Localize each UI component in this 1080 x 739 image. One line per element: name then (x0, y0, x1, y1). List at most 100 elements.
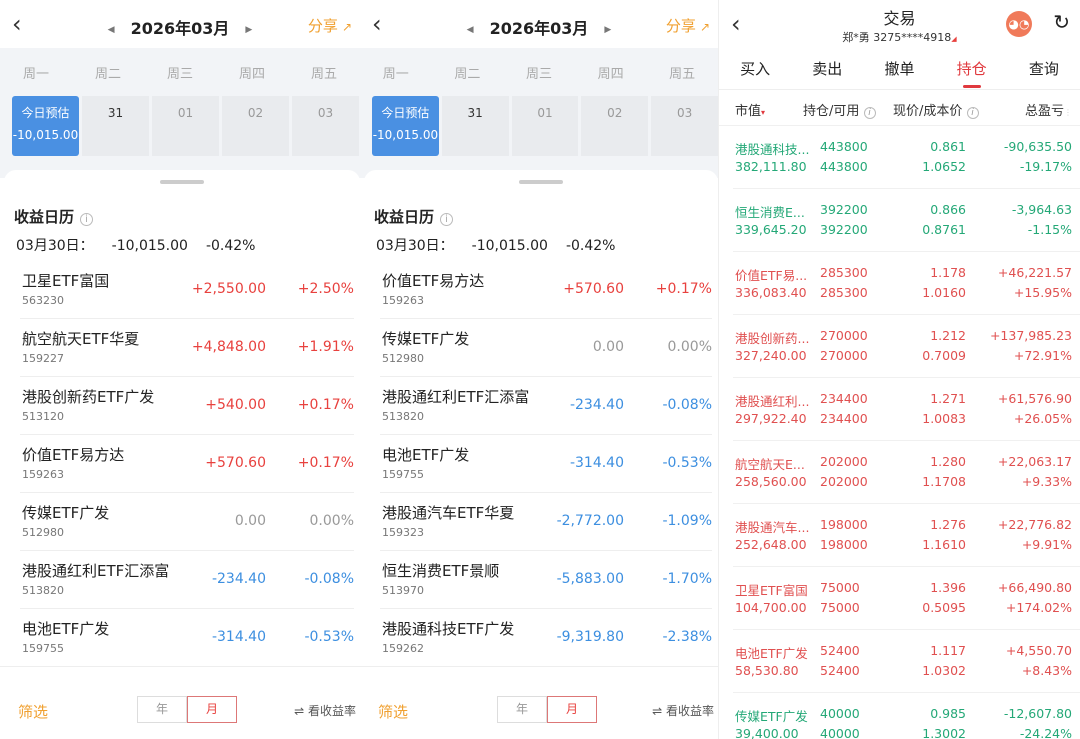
fund-code: 513120 (22, 410, 64, 423)
info-icon[interactable]: i (440, 213, 454, 226)
summary-pct: -0.42% (565, 238, 616, 254)
available-qty: 75000 (820, 600, 860, 615)
prev-month-icon[interactable]: ◀ (467, 25, 474, 35)
current-price: 1.178 (930, 265, 966, 280)
day-cell[interactable]: 03 (292, 96, 359, 156)
list-item[interactable]: 港股通红利ETF汇添富 513820 -234.40 -0.08% (380, 377, 712, 435)
profit-value: -314.40 (211, 629, 266, 645)
list-item[interactable]: 传媒ETF广发 512980 0.00 0.00% (380, 319, 712, 377)
col-total-pl[interactable]: 总盈亏⋮ (1025, 100, 1072, 119)
today-label: 今日预估 (381, 106, 430, 120)
share-button[interactable]: 分享 ↗ (666, 15, 710, 36)
day-cell[interactable]: 02 (581, 96, 649, 156)
share-button[interactable]: 分享 ↗ (308, 15, 352, 36)
day-cell-today[interactable]: 今日预估 -10,015.00 (372, 96, 439, 156)
card-title: 收益日历 i (14, 206, 360, 227)
total-pl-pct: +174.02% (1005, 600, 1072, 615)
holding-row[interactable]: 航空航天E... 258,560.00 202000 202000 1.280 1.170… (733, 441, 1080, 504)
profit-pct: -2.38% (662, 629, 712, 645)
fund-code: 512980 (22, 526, 64, 539)
drag-handle[interactable] (160, 180, 204, 184)
fund-name: 港股通汽车ETF华夏 (382, 504, 515, 522)
weekday-label: 周一 (22, 66, 49, 82)
list-item[interactable]: 电池ETF广发 159755 -314.40 -0.53% (380, 435, 712, 493)
profit-value: 0.00 (592, 339, 624, 355)
profit-value: 0.00 (234, 513, 266, 529)
tab-1[interactable]: 卖出 (812, 48, 842, 90)
day-cell[interactable]: 03 (651, 96, 718, 156)
market-value: 58,530.80 (735, 663, 799, 678)
holding-row[interactable]: 港股创新药... 327,240.00 270000 270000 1.212 0.700… (733, 315, 1080, 378)
year-tab[interactable]: 年 (497, 696, 547, 723)
holding-row[interactable]: 卫星ETF富国 104,700.00 75000 75000 1.396 0.5095 +6… (733, 567, 1080, 630)
filter-button[interactable]: 筛选 (18, 701, 48, 722)
profit-pct: +0.17% (297, 455, 354, 471)
list-item[interactable]: 港股创新药ETF广发 513120 +540.00 +0.17% (20, 377, 354, 435)
list-item[interactable]: 卫星ETF富国 563230 +2,550.00 +2.50% (20, 261, 354, 319)
day-cell[interactable]: 02 (222, 96, 289, 156)
list-item[interactable]: 港股通汽车ETF华夏 159323 -2,772.00 -1.09% (380, 493, 712, 551)
holding-row[interactable]: 港股通科技... 382,111.80 443800 443800 0.861 1.065… (733, 126, 1080, 189)
list-item[interactable]: 航空航天ETF华夏 159227 +4,848.00 +1.91% (20, 319, 354, 377)
next-month-icon[interactable]: ▶ (604, 25, 611, 35)
profit-value: +570.60 (205, 455, 266, 471)
prev-month-icon[interactable]: ◀ (108, 25, 115, 35)
month-selector: ◀ 2026年03月 ▶ (360, 15, 718, 39)
holding-row[interactable]: 港股通红利... 297,922.40 234400 234400 1.271 1.008… (733, 378, 1080, 441)
profit-value: -2,772.00 (556, 513, 624, 529)
tab-0[interactable]: 买入 (740, 48, 770, 90)
fund-code: 159755 (382, 468, 424, 481)
weekday-label: 周五 (310, 66, 337, 82)
view-rate-toggle[interactable]: ⇌ 看收益率 (652, 702, 714, 719)
fund-name: 恒生消费ETF景顺 (382, 562, 500, 580)
available-qty: 392200 (820, 222, 868, 237)
list-item[interactable]: 恒生消费ETF景顺 513970 -5,883.00 -1.70% (380, 551, 712, 609)
day-cell[interactable]: 01 (152, 96, 219, 156)
drag-handle[interactable] (519, 180, 563, 184)
holding-row[interactable]: 传媒ETF广发 39,400.00 40000 40000 0.985 1.3002 -12… (733, 693, 1080, 739)
day-cell-today[interactable]: 今日预估 -10,015.00 (12, 96, 79, 156)
holding-row[interactable]: 港股通汽车... 252,648.00 198000 198000 1.276 1.161… (733, 504, 1080, 567)
list-item[interactable]: 港股通科技ETF广发 159262 -9,319.80 -2.38% (380, 609, 712, 667)
profit-value: -234.40 (569, 397, 624, 413)
year-tab[interactable]: 年 (137, 696, 187, 723)
month-tab[interactable]: 月 (187, 696, 237, 723)
avatar[interactable]: ◕◔ (1006, 11, 1032, 37)
list-item[interactable]: 电池ETF广发 159755 -314.40 -0.53% (20, 609, 354, 667)
holding-name: 价值ETF易... (735, 268, 808, 283)
holdings-column-header: 市值▾ 持仓/可用 i 现价/成本价 i 总盈亏⋮ (719, 90, 1080, 126)
month-tab[interactable]: 月 (547, 696, 597, 723)
day-cell[interactable]: 31 (82, 96, 149, 156)
tab-4[interactable]: 查询 (1029, 48, 1059, 90)
fund-name: 电池ETF广发 (382, 446, 470, 464)
profit-pct: -1.09% (662, 513, 712, 529)
current-price: 0.985 (930, 706, 966, 721)
col-market-value[interactable]: 市值▾ (735, 100, 765, 119)
day-cell[interactable]: 31 (441, 96, 509, 156)
holding-row[interactable]: 电池ETF广发 58,530.80 52400 52400 1.117 1.0302 +4,… (733, 630, 1080, 693)
filter-button[interactable]: 筛选 (378, 701, 408, 722)
month-label: 2026年03月 (489, 19, 589, 38)
card-title-text: 收益日历 (374, 208, 435, 226)
list-item[interactable]: 价值ETF易方达 159263 +570.60 +0.17% (380, 261, 712, 319)
tab-3[interactable]: 持仓 (957, 48, 987, 90)
calendar-footer: 筛选 年月 ⇌ 看收益率 (360, 666, 718, 739)
fund-code: 159755 (22, 642, 64, 655)
list-item[interactable]: 传媒ETF广发 512980 0.00 0.00% (20, 493, 354, 551)
tab-2[interactable]: 撤单 (884, 48, 914, 90)
list-item[interactable]: 港股通红利ETF汇添富 513820 -234.40 -0.08% (20, 551, 354, 609)
list-item[interactable]: 价值ETF易方达 159263 +570.60 +0.17% (20, 435, 354, 493)
profit-value: +2,550.00 (191, 281, 266, 297)
info-icon[interactable]: i (966, 107, 979, 119)
next-month-icon[interactable]: ▶ (245, 25, 252, 35)
week-calendar: 周一 周二 周三 周四 周五 今日预估 -10,015.00 31 01 02 03 (360, 48, 718, 178)
fund-name: 价值ETF易方达 (382, 272, 485, 290)
holding-row[interactable]: 恒生消费E... 339,645.20 392200 392200 0.866 0.876… (733, 189, 1080, 252)
cost-price: 1.1708 (922, 474, 966, 489)
refresh-icon[interactable]: ↻ (1053, 10, 1070, 34)
info-icon[interactable]: i (80, 213, 94, 226)
info-icon[interactable]: i (863, 107, 876, 119)
holding-row[interactable]: 价值ETF易... 336,083.40 285300 285300 1.178 1.01… (733, 252, 1080, 315)
view-rate-toggle[interactable]: ⇌ 看收益率 (294, 702, 356, 719)
day-cell[interactable]: 01 (511, 96, 579, 156)
